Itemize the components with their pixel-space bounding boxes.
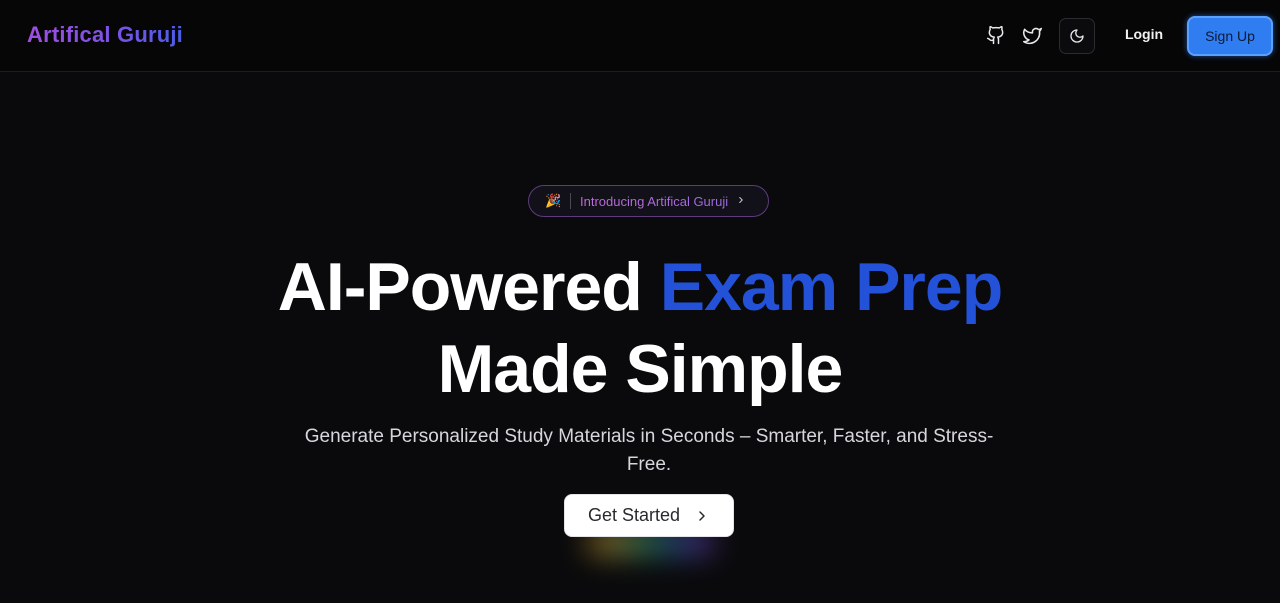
navbar: Artifical Guruji Login Sign Up (0, 0, 1280, 72)
chevron-right-icon (694, 508, 710, 524)
signup-button[interactable]: Sign Up (1187, 16, 1273, 56)
theme-toggle-button[interactable] (1059, 18, 1095, 54)
headline-part1: AI-Powered (277, 249, 660, 325)
announcement-text: Introducing Artifical Guruji (580, 193, 729, 209)
twitter-icon[interactable] (1021, 24, 1043, 46)
headline-accent: Exam Prep (659, 249, 1004, 325)
chevron-right-icon (736, 194, 746, 208)
hero-headline: AI-Powered Exam Prep Made Simple (0, 246, 1280, 410)
moon-icon (1069, 28, 1085, 44)
pill-divider (570, 193, 571, 209)
party-popper-icon: 🎉 (545, 193, 562, 208)
hero-subtext: Generate Personalized Study Materials in… (304, 426, 994, 475)
headline-part2: Made Simple (437, 331, 844, 407)
get-started-label: Get Started (587, 505, 681, 525)
github-icon[interactable] (985, 24, 1007, 46)
brand-logo[interactable]: Artifical Guruji (27, 22, 183, 48)
get-started-button[interactable]: Get Started (564, 494, 734, 537)
login-link[interactable]: Login (1114, 26, 1174, 46)
announcement-pill[interactable]: 🎉 Introducing Artifical Guruji (528, 185, 769, 217)
